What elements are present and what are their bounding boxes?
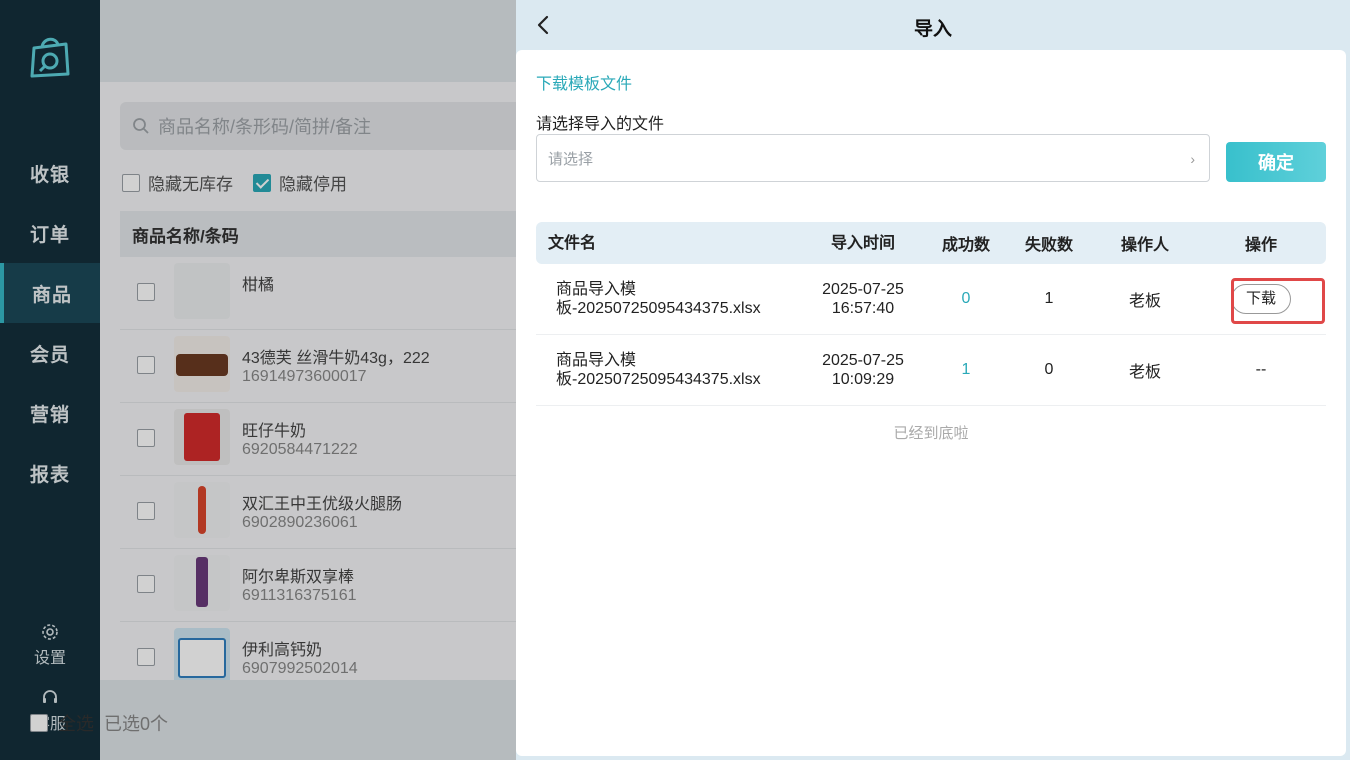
action-cell: 下载 [1196, 284, 1326, 314]
import-panel: 下载模板文件 请选择导入的文件 请选择 › 确定 文件名 导入时间 成功数 失败… [516, 50, 1346, 756]
import-clock: 16:57:40 [831, 300, 895, 317]
fail-count: 0 [1044, 361, 1054, 378]
end-of-list-note: 已经到底啦 [893, 425, 969, 442]
header-filename: 文件名 [548, 234, 597, 252]
header-operator: 操作人 [1120, 237, 1169, 254]
download-template-link[interactable]: 下载模板文件 [536, 70, 632, 94]
operator: 老板 [1128, 364, 1161, 381]
drawer-title: 导入 [913, 19, 952, 40]
confirm-button[interactable]: 确定 [1226, 142, 1326, 182]
import-history-table: 文件名 导入时间 成功数 失败数 操作人 操作 商品导入模 板-20250725… [536, 222, 1326, 406]
file-name-line1: 商品导入模 [556, 281, 637, 298]
download-button[interactable]: 下载 [1231, 284, 1291, 314]
import-date: 2025-07-25 [822, 352, 904, 369]
file-name-line1: 商品导入模 [556, 352, 637, 369]
fail-count: 1 [1044, 290, 1054, 307]
success-count: 1 [961, 361, 971, 378]
drawer-header: 导入 [516, 0, 1350, 50]
table-row: 商品导入模 板-20250725095434375.xlsx 2025-07-2… [536, 335, 1326, 406]
operator: 老板 [1128, 293, 1161, 310]
action-cell: -- [1255, 361, 1267, 378]
chevron-right-icon: › [1190, 151, 1195, 167]
file-name: 商品导入模 板-20250725095434375.xlsx [536, 351, 798, 389]
modal-overlay[interactable] [0, 0, 516, 760]
import-time: 2025-07-25 16:57:40 [798, 280, 928, 318]
table-header: 文件名 导入时间 成功数 失败数 操作人 操作 [536, 222, 1326, 264]
table-row: 商品导入模 板-20250725095434375.xlsx 2025-07-2… [536, 264, 1326, 335]
file-name-line2: 板-20250725095434375.xlsx [556, 300, 761, 317]
file-name: 商品导入模 板-20250725095434375.xlsx [536, 280, 798, 318]
file-select-label: 请选择导入的文件 [536, 116, 665, 133]
import-date: 2025-07-25 [822, 281, 904, 298]
file-select-placeholder: 请选择 [548, 150, 594, 168]
file-name-line2: 板-20250725095434375.xlsx [556, 371, 761, 388]
header-import-time: 导入时间 [830, 234, 895, 252]
import-time: 2025-07-25 10:09:29 [798, 351, 928, 389]
header-fail: 失败数 [1024, 237, 1073, 254]
import-clock: 10:09:29 [831, 371, 895, 388]
success-count: 0 [961, 290, 971, 307]
import-drawer: 导入 下载模板文件 请选择导入的文件 请选择 › 确定 文件名 导入时间 成功数… [516, 0, 1350, 760]
file-select[interactable]: 请选择 › [536, 134, 1210, 182]
header-action: 操作 [1244, 237, 1277, 254]
header-success: 成功数 [941, 237, 990, 254]
